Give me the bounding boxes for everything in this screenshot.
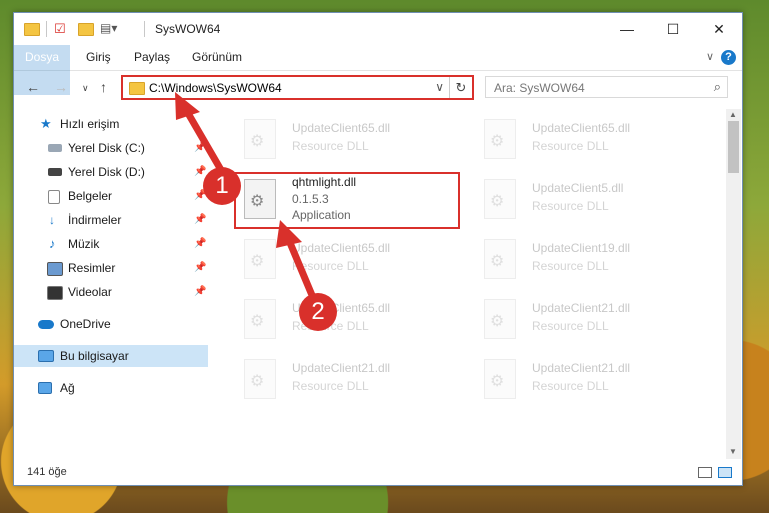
arrow-2 — [284, 234, 318, 304]
arrow-2-head — [276, 220, 302, 248]
annotation-arrows — [175, 92, 318, 304]
arrow-1-head — [175, 92, 200, 120]
callout-2: 2 — [299, 293, 337, 331]
callout-1: 1 — [203, 167, 241, 205]
